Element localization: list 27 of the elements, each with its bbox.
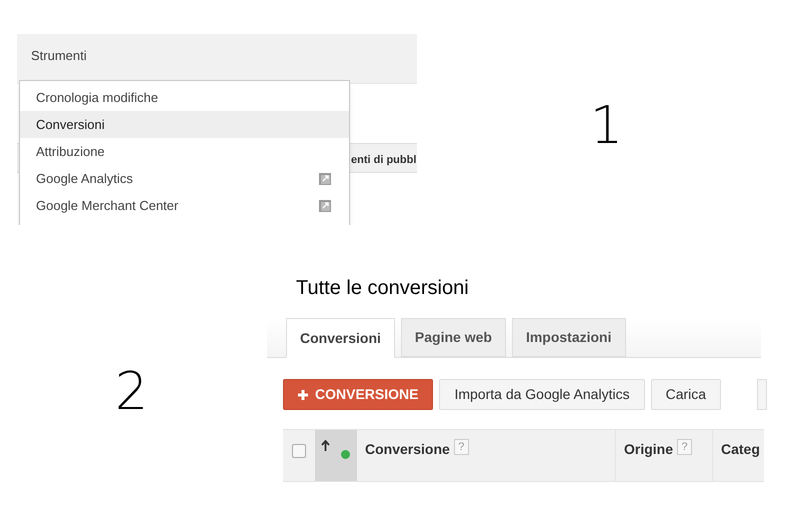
tab[interactable]: Impostazioni [512, 318, 626, 357]
menu-item[interactable]: Cronologia modifiche [20, 84, 349, 111]
action-button[interactable]: Carica [650, 379, 722, 410]
up-arrow-icon [321, 440, 330, 451]
status-dot-icon [341, 450, 350, 459]
action-button[interactable]: Importa da Google Analytics [439, 379, 645, 410]
toolbar-title[interactable]: Strumenti [31, 46, 87, 66]
column-header[interactable]: Categ [721, 439, 760, 460]
step-number: 2 [115, 366, 148, 418]
column-header[interactable]: Conversione [365, 439, 450, 460]
add-conversion-button[interactable]: CONVERSIONE [283, 379, 434, 410]
page-title: Tutte le conversioni [296, 276, 469, 301]
menu-item[interactable]: Conversioni [20, 111, 349, 138]
column-header: enti di pubbl [351, 153, 416, 168]
external-link-icon [319, 173, 331, 185]
menu-item[interactable]: Attribuzione [20, 138, 349, 165]
tab[interactable]: Conversioni [286, 318, 395, 358]
menu-item[interactable]: Google Analytics [20, 165, 349, 192]
sort-column-header[interactable] [315, 430, 357, 481]
menu-item[interactable]: Google Merchant Center [20, 192, 349, 219]
plus-icon [298, 390, 308, 400]
tab[interactable]: Pagine web [400, 318, 506, 357]
external-link-icon [319, 200, 331, 212]
column-header[interactable]: Origine [624, 439, 674, 460]
step-number: 1 [590, 100, 624, 152]
action-button[interactable] [757, 379, 767, 410]
checkbox[interactable] [292, 444, 306, 458]
